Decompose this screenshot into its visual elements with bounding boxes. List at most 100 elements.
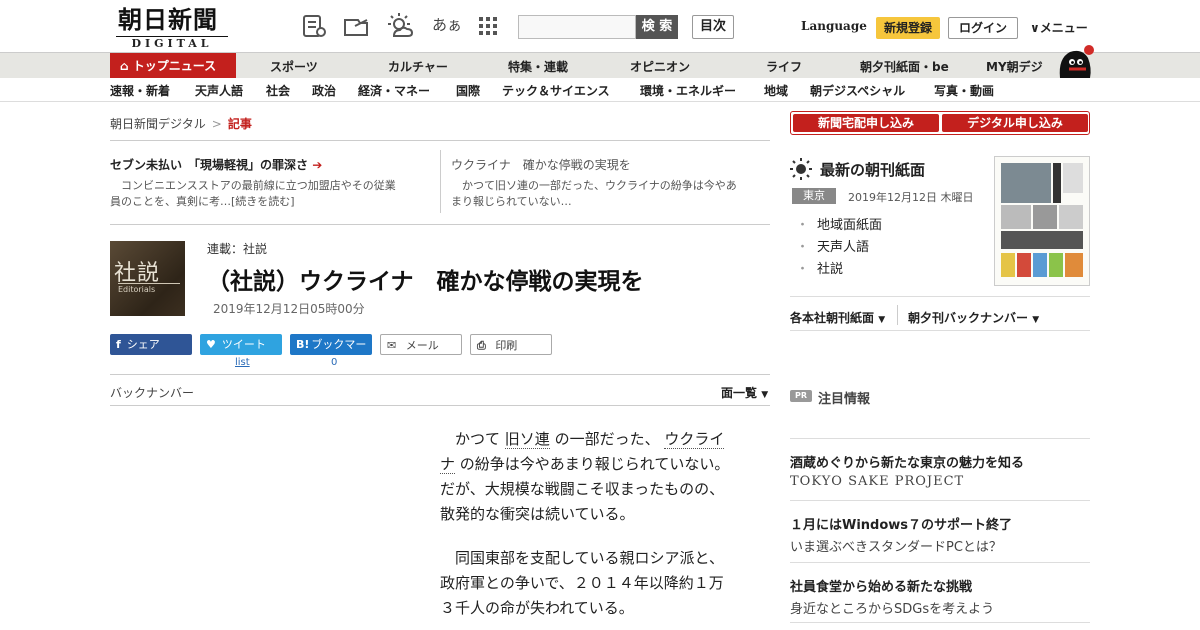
mascot-icon[interactable] [1054,44,1094,80]
text-span: かつて [440,430,505,448]
newspaper-thumbnail[interactable] [994,156,1090,286]
pick-summary-2[interactable]: かつて旧ソ連の一部だった、ウクライナの紛争は今やあ まり報じられていない… [451,178,771,210]
twitter-count-link[interactable]: list [235,357,250,368]
font-size-toggle[interactable]: あぁ [432,14,462,35]
twitter-icon: ♥ [206,338,216,351]
pick-link-2[interactable]: ウクライナ 確かな停戦の実現を [451,156,631,173]
twitter-share-button[interactable]: ♥ ツイート [200,334,282,355]
article-date: 2019年12月12日05時00分 [213,302,365,316]
share-label: メール [405,339,439,352]
pick-link-1[interactable]: セブン未払い 「現場軽視」の罪深さ ➔ [110,156,322,173]
bullet-icon: ・ [796,218,810,233]
divider [110,374,770,375]
pr-badge: PR [790,390,812,402]
print-icon: ⎙ [477,339,486,352]
bullet-icon: ・ [796,240,810,255]
language-link[interactable]: Language [801,19,867,33]
share-label: ツイート [221,338,266,351]
nav2-item-latest[interactable]: 速報・新着 [110,82,170,99]
breadcrumb: 朝日新聞デジタル > 記事 [110,115,252,132]
paper-link[interactable]: ・地域面紙面 [796,214,882,233]
nav-item-sports[interactable]: スポーツ [270,58,318,75]
pick-summary-line: まり報じられていない… [451,195,572,208]
facebook-icon: f [116,338,121,351]
pr-item-title[interactable]: 社員食堂から始める新たな挑戦 [790,576,972,595]
register-button[interactable]: 新規登録 [876,17,940,39]
breadcrumb-home[interactable]: 朝日新聞デジタル [110,117,206,131]
facebook-share-button[interactable]: f シェア [110,334,192,355]
hatena-count[interactable]: 0 [331,357,337,368]
search-button[interactable]: 検 索 [636,15,678,39]
backnumber-label: バックナンバー [110,386,195,400]
newspaper-icon[interactable] [300,12,328,40]
weather-icon[interactable] [386,12,414,40]
search-input[interactable] [518,15,636,39]
latest-paper-title: 最新の朝刊紙面 [820,161,926,179]
thumbnail-subtitle: Editorials [118,283,180,294]
nav2-item-international[interactable]: 国際 [456,82,480,99]
keyword-link[interactable]: ウクライ [664,430,725,449]
pick-title: セブン未払い 「現場軽視」の罪深さ [110,158,309,172]
subscribe-paper-button[interactable]: 新聞宅配申し込み [793,114,939,132]
nav-item-papers[interactable]: 朝夕刊紙面・be [860,58,949,75]
nav2-item-politics[interactable]: 政治 [312,82,336,99]
keyword-link[interactable]: 旧ソ連 [504,430,550,449]
nav-item-life[interactable]: ライフ [766,58,802,75]
asahi-logo[interactable]: 朝日新聞 DIGITAL [112,5,232,50]
article-paragraph: かつて 旧ソ連 の一部だった、 ウクライ ナ の紛争は今やあまり報じられていない… [440,427,750,527]
nav2-item-special[interactable]: 朝デジスペシャル [810,82,905,99]
sun-icon [790,158,812,180]
subscribe-digital-button[interactable]: デジタル申し込み [942,114,1088,132]
nav2-item-tech[interactable]: テック＆サイエンス [502,82,610,99]
caret-down-icon: ▼ [761,390,769,400]
share-label: 印刷 [495,339,518,352]
paragraph-line: 政府軍との争いで、２０１４年以降約１万 [440,574,724,592]
paragraph-line: ナ の紛争は今やあまり報じられていない。 [440,452,750,477]
hatena-icon: B! [296,338,310,351]
nav2-item-tenseijingo[interactable]: 天声人語 [195,82,243,99]
bookmark-folder-icon[interactable] [342,12,370,40]
print-button[interactable]: ⎙ 印刷 [470,334,552,355]
nav2-item-economy[interactable]: 経済・マネー [358,82,430,99]
pr-item-title[interactable]: １月にはWindows７のサポート終了 [790,514,1012,533]
paper-link-label: 地域面紙面 [817,218,883,233]
series-label[interactable]: 連載：社説 [207,240,267,257]
nav2-item-environment[interactable]: 環境・エネルギー [640,82,736,99]
divider [790,500,1090,501]
paper-link[interactable]: ・天声人語 [796,236,869,255]
nav-item-top-news[interactable]: ⌂ トップニュース [110,53,236,79]
menu-button[interactable]: ∨メニュー [1030,19,1088,36]
hatena-bookmark-button[interactable]: B! ブックマーク [290,334,372,372]
pr-item-title[interactable]: 酒蔵めぐりから新たな東京の魅力を知る [790,452,1024,471]
divider [790,438,1090,439]
paper-link-label: 天声人語 [817,240,870,255]
regional-papers-dropdown[interactable]: 各本社朝刊紙面 ▼ [790,309,885,326]
nav-item-my-asadigi[interactable]: MY朝デジ [986,58,1043,75]
mail-share-button[interactable]: ✉ メール [380,334,462,355]
divider [440,150,441,213]
logo-text-en: DIGITAL [116,36,228,50]
grid-menu-icon[interactable] [476,14,500,38]
nav-item-features[interactable]: 特集・連載 [508,58,568,75]
login-button[interactable]: ログイン [948,17,1018,39]
index-button[interactable]: 目次 [692,15,734,39]
pr-item-subtitle[interactable]: いま選ぶべきスタンダードPCとは？ [790,536,1002,555]
keyword-link[interactable]: ナ [440,455,456,474]
paper-link[interactable]: ・社説 [796,258,843,277]
pick-summary-line: コンビニエンスストアの最前線に立つ加盟店やその従業 [110,179,396,192]
nav2-item-society[interactable]: 社会 [266,82,290,99]
nav-item-opinion[interactable]: オピニオン [630,58,690,75]
logo-text-ja: 朝日新聞 [118,5,218,34]
nav-item-culture[interactable]: カルチャー [388,58,448,75]
pr-item-subtitle[interactable]: 身近なところからSDGsを考えよう [790,598,994,617]
nav2-item-local[interactable]: 地域 [764,82,788,99]
list-toggle-button[interactable]: 面一覧 ▼ [721,384,768,401]
backnumber-papers-dropdown[interactable]: 朝夕刊バックナンバー ▼ [908,309,1039,326]
breadcrumb-separator: > [211,117,222,131]
pr-item-subtitle[interactable]: TOKYO SAKE PROJECT [790,474,964,489]
bullet-icon: ・ [796,262,810,277]
nav2-item-photo-video[interactable]: 写真・動画 [934,82,994,99]
secondary-nav: 速報・新着 天声人語 社会 政治 経済・マネー 国際 テック＆サイエンス 環境・… [0,78,1200,102]
pick-summary-1[interactable]: コンビニエンスストアの最前線に立つ加盟店やその従業 員のことを、真剣に考…[続き… [110,178,428,210]
region-badge: 東京 [792,188,836,204]
